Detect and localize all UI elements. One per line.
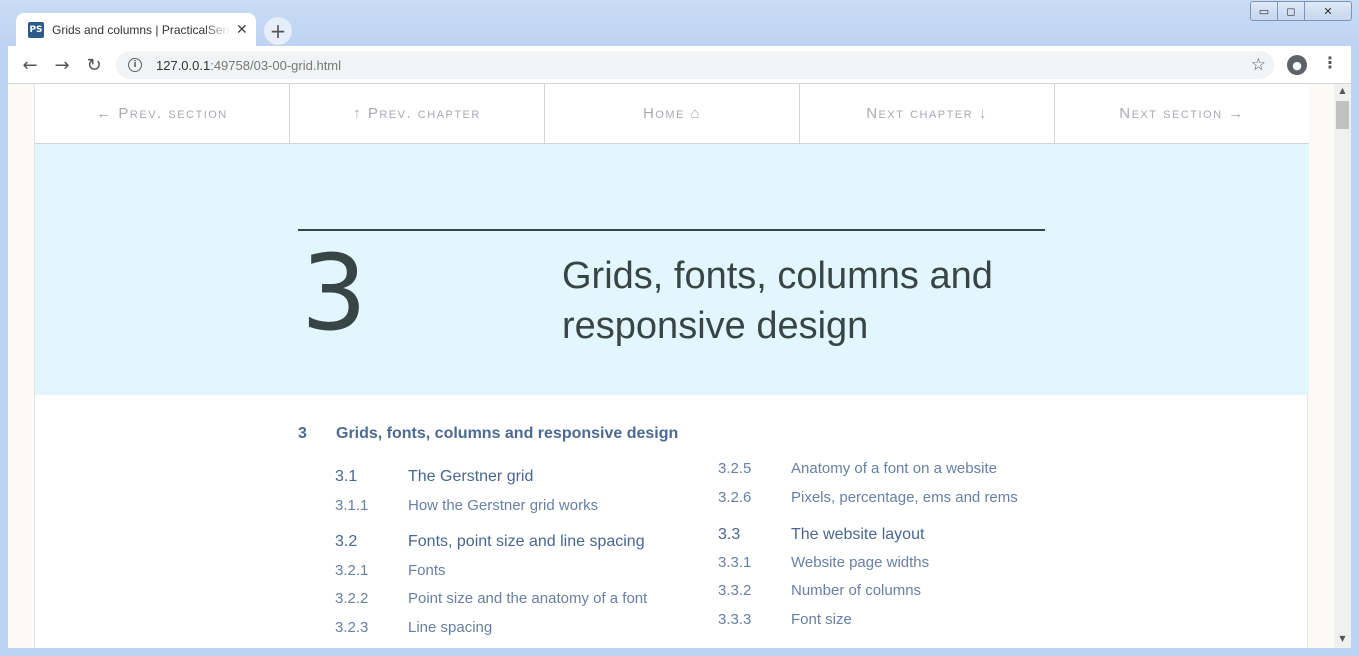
- toc-item-title: How the Gerstner grid works: [408, 497, 599, 514]
- url-host: 127.0.0.1: [156, 57, 211, 73]
- toc-chapter-title: Grids, fonts, columns and responsive des…: [336, 425, 679, 442]
- toc-item[interactable]: 3.2.1 Fonts: [335, 562, 446, 579]
- toc-item-title: Font size: [791, 611, 852, 628]
- chapter-number: 3: [301, 232, 368, 354]
- minimize-button[interactable]: ▭: [1250, 1, 1278, 21]
- chapter-title: Grids, fonts, columns and responsive des…: [562, 255, 993, 347]
- prev-chapter-link[interactable]: ↑ Prev. chapter: [290, 84, 545, 143]
- toc-item[interactable]: 3.3.2 Number of columns: [718, 582, 921, 599]
- page-content: ← Prev. section ↑ Prev. chapter Home ⌂ N…: [34, 84, 1309, 648]
- toc-item[interactable]: 3.1.1 How the Gerstner grid works: [335, 497, 598, 514]
- toc-item-title: Pixels, percentage, ems and rems: [791, 489, 1018, 506]
- title-bar: PS Grids and columns | PracticalSeries ✕…: [0, 0, 1359, 46]
- maximize-button[interactable]: ◻: [1277, 1, 1305, 21]
- toc-item-title: Fonts, point size and line spacing: [408, 533, 645, 550]
- reload-icon[interactable]: ↻: [82, 53, 106, 77]
- toc-item[interactable]: 3.3 The website layout: [718, 526, 924, 544]
- toc-item[interactable]: 3.1 The Gerstner grid: [335, 468, 533, 486]
- toc-item[interactable]: 3.2 Fonts, point size and line spacing: [335, 533, 645, 551]
- toc-item-title: The Gerstner grid: [408, 468, 534, 485]
- toc-item[interactable]: 3.2.6 Pixels, percentage, ems and rems: [718, 489, 1018, 506]
- toc-item-title: Website page widths: [791, 554, 930, 571]
- toc-item-number: 3.3.2: [718, 582, 752, 599]
- toc-chapter-link[interactable]: 3 Grids, fonts, columns and responsive de…: [298, 425, 678, 443]
- prev-section-link[interactable]: ← Prev. section: [35, 84, 290, 143]
- scrollbar-thumb[interactable]: [1336, 101, 1349, 129]
- toc-item-title: Fonts: [408, 562, 446, 579]
- close-window-button[interactable]: ✕: [1304, 1, 1352, 21]
- toc-item-number: 3.2.2: [335, 590, 369, 607]
- toc-item-title: Point size and the anatomy of a font: [408, 590, 648, 607]
- toc-item[interactable]: 3.2.3 Line spacing: [335, 619, 492, 636]
- forward-arrow-icon[interactable]: →: [50, 53, 74, 77]
- toc-item-number: 3.1: [335, 468, 358, 485]
- next-chapter-link[interactable]: Next chapter ↓: [800, 84, 1055, 143]
- tab-title: Grids and columns | PracticalSeries: [52, 22, 230, 37]
- site-navigation: ← Prev. section ↑ Prev. chapter Home ⌂ N…: [35, 84, 1309, 144]
- browser-tab[interactable]: PS Grids and columns | PracticalSeries ✕: [16, 13, 256, 46]
- scroll-up-arrow-icon[interactable]: ▲: [1334, 86, 1351, 98]
- next-section-link[interactable]: Next section →: [1055, 84, 1309, 143]
- toc-item[interactable]: 3.3.1 Website page widths: [718, 554, 929, 571]
- page-viewport: ← Prev. section ↑ Prev. chapter Home ⌂ N…: [8, 84, 1351, 648]
- toc-item-number: 3.3.3: [718, 611, 752, 628]
- scroll-down-arrow-icon[interactable]: ▼: [1334, 634, 1351, 646]
- info-icon[interactable]: i: [128, 58, 142, 72]
- close-tab-icon[interactable]: ✕: [236, 22, 248, 38]
- toc-item-title: The website layout: [791, 526, 925, 543]
- toc-item-number: 3.1.1: [335, 497, 369, 514]
- bookmark-star-icon[interactable]: ☆: [1251, 55, 1266, 75]
- toc-item-title: Line spacing: [408, 619, 493, 636]
- toc-item-number: 3.3: [718, 526, 741, 543]
- favicon-icon: PS: [28, 21, 44, 38]
- toc-item-number: 3.2.5: [718, 460, 752, 477]
- home-link[interactable]: Home ⌂: [545, 84, 800, 143]
- table-of-contents: 3 Grids, fonts, columns and responsive de…: [35, 395, 1309, 648]
- window-frame-bottom: [0, 648, 1359, 656]
- toc-item[interactable]: 3.3.3 Font size: [718, 611, 852, 628]
- back-arrow-icon[interactable]: ←: [18, 53, 42, 77]
- toc-chapter-number: 3: [298, 425, 307, 442]
- url-text[interactable]: 127.0.0.1:49758/03-00-grid.html: [156, 58, 341, 73]
- toc-item-number: 3.2: [335, 533, 358, 550]
- menu-icon[interactable]: ⋮: [1322, 53, 1338, 72]
- toc-item-title: Number of columns: [791, 582, 922, 599]
- vertical-scrollbar[interactable]: ▲ ▼: [1334, 84, 1351, 648]
- url-path: :49758/03-00-grid.html: [210, 57, 342, 73]
- toc-item[interactable]: 3.2.2 Point size and the anatomy of a fon…: [335, 590, 647, 607]
- browser-toolbar: ← → ↻ i 127.0.0.1:49758/03-00-grid.html …: [8, 46, 1351, 84]
- chapter-hero: 3 Grids, fonts, columns and responsive d…: [35, 144, 1309, 395]
- profile-icon[interactable]: ●: [1287, 55, 1307, 75]
- toc-item[interactable]: 3.2.5 Anatomy of a font on a website: [718, 460, 997, 477]
- toc-item-number: 3.3.1: [718, 554, 752, 571]
- toc-item-number: 3.2.6: [718, 489, 752, 506]
- new-tab-button[interactable]: +: [264, 17, 292, 45]
- address-bar[interactable]: i 127.0.0.1:49758/03-00-grid.html ☆: [116, 51, 1274, 79]
- toc-item-number: 3.2.1: [335, 562, 369, 579]
- toc-item-title: Anatomy of a font on a website: [791, 460, 997, 477]
- toc-item-number: 3.2.3: [335, 619, 369, 636]
- hero-divider: [298, 229, 1045, 231]
